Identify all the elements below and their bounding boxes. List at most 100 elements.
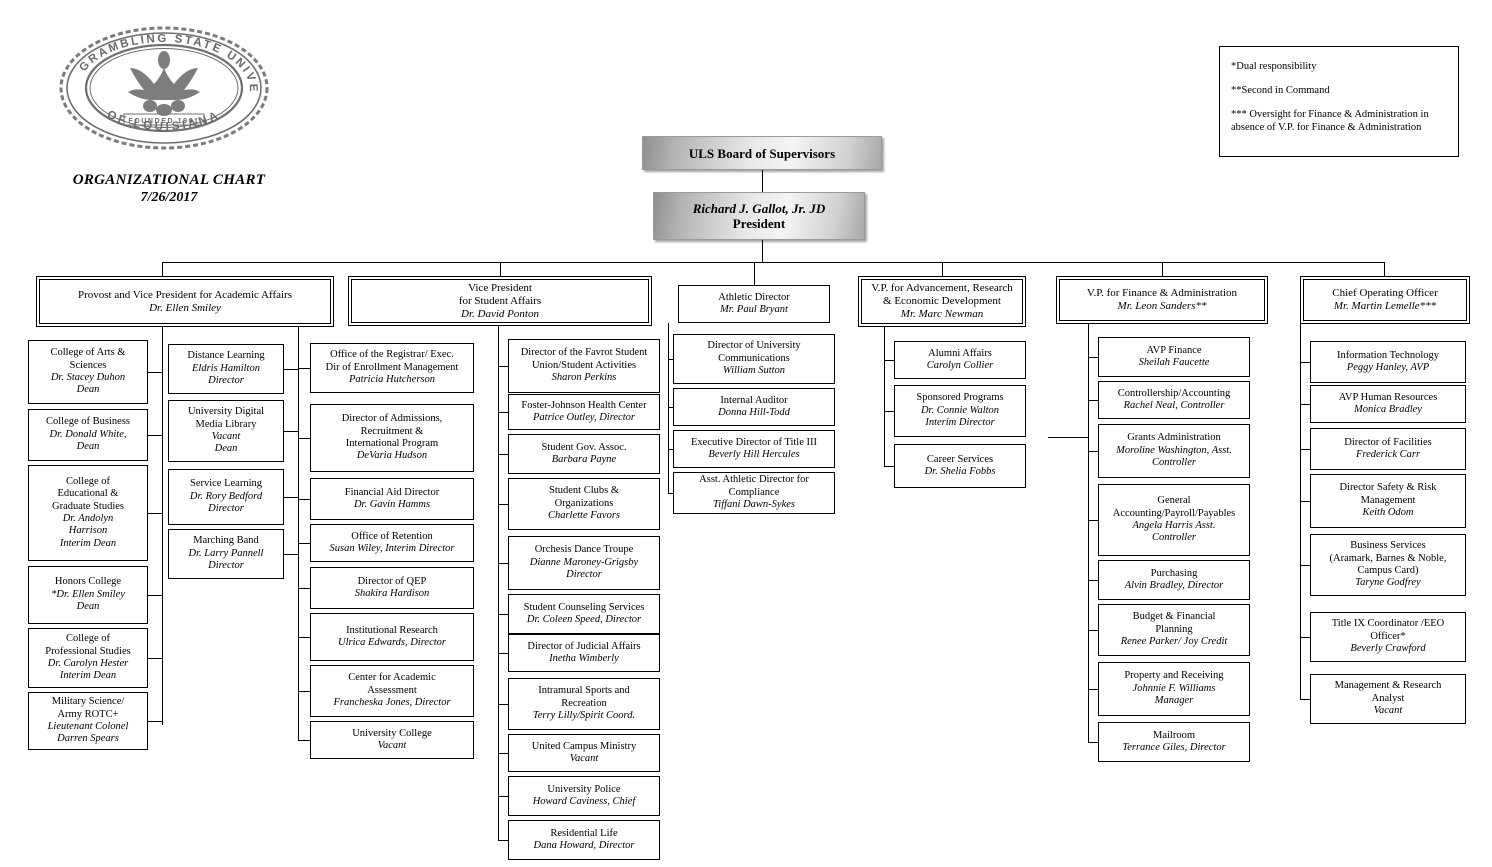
node-operations[interactable]: Information Technology Peggy Hanley, AVP <box>1310 341 1466 383</box>
connector-stub <box>884 466 894 467</box>
node-operations[interactable]: Business Services (Aramark, Barnes & Nobl… <box>1310 534 1466 596</box>
node-enrollment[interactable]: Office of the Registrar/ Exec. Dir of Enr… <box>310 343 474 393</box>
node-name-line1: Peggy Hanley, AVP <box>1346 362 1430 373</box>
node-operations[interactable]: Management & Research Analyst Vacant <box>1310 674 1466 724</box>
node-title-line1: Marching Band <box>193 535 259 547</box>
node-finance[interactable]: Property and Receiving Johnnie F. William… <box>1098 662 1250 716</box>
node-name-line1: Donna Hill-Todd <box>718 407 790 418</box>
node-advancement[interactable]: Career Services Dr. Shelia Fobbs <box>894 444 1026 488</box>
node-president-direct[interactable]: Asst. Athletic Director for Compliance Ti… <box>673 472 835 514</box>
connector-stub <box>1300 404 1310 405</box>
connector-stub <box>298 368 310 369</box>
node-title-line1: Business Services <box>1350 540 1426 552</box>
node-division-academic-affairs[interactable]: Provost and Vice President for Academic … <box>36 276 334 327</box>
spine-president-direct <box>668 323 669 493</box>
node-name-line1: Frederick Carr <box>1355 449 1421 460</box>
node-academic-support[interactable]: Marching Band Dr. Larry Pannell Director <box>168 529 284 579</box>
node-finance[interactable]: Mailroom Terrance Giles, Director <box>1098 722 1250 762</box>
node-title-line1: Service Learning <box>189 478 262 490</box>
node-title: Provost and Vice President for Academic … <box>78 288 292 301</box>
node-student-affairs[interactable]: Director of the Favrot Student Union/Stud… <box>508 339 660 393</box>
node-finance[interactable]: Purchasing Alvin Bradley, Director <box>1098 560 1250 600</box>
connector-stub <box>298 438 310 439</box>
node-president-direct[interactable]: Executive Director of Title III Beverly H… <box>673 430 835 468</box>
node-student-affairs[interactable]: Residential Life Dana Howard, Director <box>508 820 660 860</box>
node-student-affairs[interactable]: Orchesis Dance Troupe Dianne Maroney-Grig… <box>508 536 660 590</box>
node-name-line1: Barbara Payne <box>551 454 617 465</box>
node-student-affairs[interactable]: Student Gov. Assoc. Barbara Payne <box>508 434 660 474</box>
node-enrollment[interactable]: Institutional Research Ulrica Edwards, Di… <box>310 613 474 661</box>
node-name-line2: Dean <box>76 384 100 396</box>
connector-stub <box>1300 637 1310 638</box>
node-student-affairs[interactable]: University Police Howard Caviness, Chief <box>508 776 660 816</box>
node-name-line2: Interim Director <box>925 417 995 429</box>
node-student-affairs[interactable]: United Campus Ministry Vacant <box>508 734 660 772</box>
node-advancement[interactable]: Sponsored Programs Dr. Connie Walton Inter… <box>894 385 1026 437</box>
node-division-student-affairs[interactable]: Vice President for Student Affairs Dr. D… <box>348 276 652 326</box>
node-enrollment[interactable]: Director of Admissions, Recruitment & Inte… <box>310 404 474 472</box>
node-division-operations[interactable]: Chief Operating Officer Mr. Martin Lemel… <box>1300 276 1470 324</box>
node-finance[interactable]: Controllership/Accounting Rachel Neal, Co… <box>1098 381 1250 419</box>
node-title-line1: Director of Facilities <box>1344 436 1432 448</box>
node-colleges[interactable]: College of Business Dr. Donald White, Dean <box>28 409 148 461</box>
node-name-line1: Charlette Favors <box>547 510 621 522</box>
node-name-line2: Controller <box>1152 532 1196 544</box>
node-colleges[interactable]: Military Science/Army ROTC+ Lieutenant Co… <box>28 692 148 750</box>
connector-stub <box>1300 449 1310 450</box>
node-title-line1: Financial Aid Director <box>344 486 440 498</box>
node-student-affairs[interactable]: Student Counseling Services Dr. Coleen Sp… <box>508 594 660 634</box>
node-title-line1: Student Counseling Services <box>523 601 645 613</box>
node-finance[interactable]: AVP Finance Sheilah Faucette <box>1098 337 1250 377</box>
node-title-line1: Director Safety & Risk <box>1339 482 1437 494</box>
node-student-affairs[interactable]: Student Clubs & Organizations Charlette Fa… <box>508 478 660 530</box>
node-president-direct[interactable]: Director of University Communications Will… <box>673 334 835 384</box>
node-uls-board[interactable]: ULS Board of Supervisors <box>642 136 882 170</box>
node-student-affairs[interactable]: Intramural Sports and Recreation Terry Lil… <box>508 678 660 730</box>
node-name-line3: Interim Dean <box>59 537 117 549</box>
node-student-affairs[interactable]: Foster-Johnson Health Center Patrice Outl… <box>508 394 660 430</box>
org-chart-canvas: GRAMBLING STATE UNIVERSITY OF LOUISIANA … <box>0 0 1492 867</box>
node-name-line1: Shakira Hardison <box>354 588 430 599</box>
node-finance[interactable]: Grants Administration Moroline Washington… <box>1098 424 1250 478</box>
node-finance[interactable]: Budget & Financial Planning Renee Parker/ … <box>1098 604 1250 656</box>
node-name-line1: Patrice Outley, Director <box>533 412 635 423</box>
node-academic-support[interactable]: Distance Learning Eldris Hamilton Director <box>168 344 284 394</box>
node-enrollment[interactable]: Director of QEP Shakira Hardison <box>310 567 474 609</box>
node-colleges[interactable]: College of Educational & Graduate Studies D… <box>28 465 148 561</box>
node-enrollment[interactable]: Center for Academic Assessment Francheska … <box>310 665 474 717</box>
connector-stub <box>148 513 162 514</box>
node-title: V.P. for Finance & Administration <box>1086 287 1238 299</box>
node-president[interactable]: Richard J. Gallot, Jr. JD President <box>653 192 865 240</box>
node-name: Mr. Paul Bryant <box>720 304 788 315</box>
node-name-line1: Beverly Hill Hercules <box>708 449 800 460</box>
node-president-direct[interactable]: Internal Auditor Donna Hill-Todd <box>673 388 835 426</box>
node-enrollment[interactable]: University College Vacant <box>310 721 474 759</box>
node-division-athletics[interactable]: Athletic Director Mr. Paul Bryant <box>678 285 830 323</box>
node-colleges[interactable]: Honors College *Dr. Ellen Smiley Dean <box>28 566 148 624</box>
node-title-line1: Director of QEP <box>357 575 427 587</box>
node-division-advancement[interactable]: V.P. for Advancement, Research & Economi… <box>858 276 1026 327</box>
node-division-finance[interactable]: V.P. for Finance & Administration Mr. Le… <box>1056 276 1268 324</box>
node-colleges[interactable]: College of Arts & Sciences Dr. Stacey Duho… <box>28 340 148 404</box>
node-title-line2: Educational & <box>57 488 119 500</box>
connector-stub <box>148 658 162 659</box>
node-colleges[interactable]: College of Professional Studies Dr. Caroly… <box>28 628 148 688</box>
node-finance[interactable]: General Accounting/Payroll/Payables Angela… <box>1098 484 1250 556</box>
node-student-affairs[interactable]: Director of Judicial Affairs Inetha Wimbe… <box>508 634 660 672</box>
node-name-line1: Dr. Larry Pannell <box>188 547 264 559</box>
node-operations[interactable]: Title IX Coordinator /EEO Officer* Beverly… <box>1310 612 1466 662</box>
node-operations[interactable]: Director Safety & Risk Management Keith Od… <box>1310 474 1466 528</box>
node-enrollment[interactable]: Financial Aid Director Dr. Gavin Hamms <box>310 478 474 520</box>
node-academic-support[interactable]: Service Learning Dr. Rory Bedford Director <box>168 469 284 525</box>
node-academic-support[interactable]: University Digital Media Library Vacant Dea… <box>168 400 284 462</box>
node-operations[interactable]: AVP Human Resources Monica Bradley <box>1310 385 1466 423</box>
node-name-line1: Dr. Carolyn Hester <box>47 658 129 669</box>
node-advancement[interactable]: Alumni Affairs Carolyn Collier <box>894 341 1026 379</box>
node-name-line1: Dr. Shelia Fobbs <box>924 466 996 477</box>
node-enrollment[interactable]: Office of Retention Susan Wiley, Interim … <box>310 524 474 562</box>
node-name-line1: Inetha Wimberly <box>549 653 619 664</box>
node-title-line1: Title IX Coordinator /EEO <box>1331 618 1445 630</box>
node-operations[interactable]: Director of Facilities Frederick Carr <box>1310 428 1466 470</box>
node-name-line1: Vacant <box>1373 705 1403 717</box>
legend-box: *Dual responsibility **Second in Command… <box>1219 46 1459 157</box>
